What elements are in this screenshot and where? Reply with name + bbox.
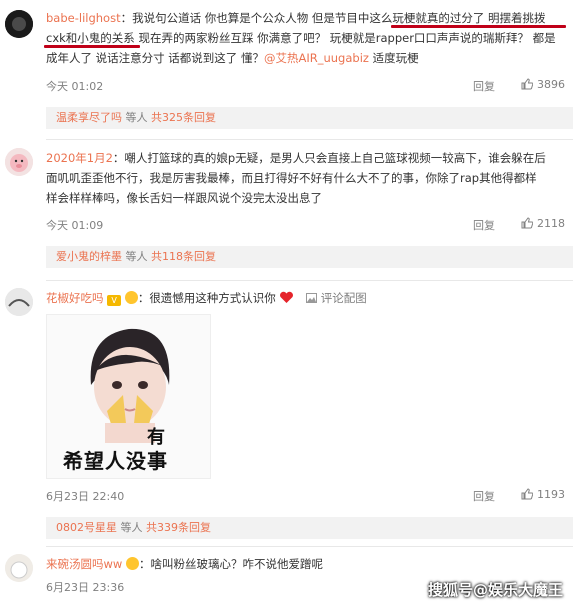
comment-body-line-3: 样会样样棒吗，像长舌妇一样跟风说个没完太没出息了 <box>46 191 322 205</box>
sub-reply-count[interactable]: 共325条回复 <box>151 111 216 124</box>
comment-time: 6月23日 23:36 <box>46 581 125 594</box>
comment-body-line-1: 嘲人打篮球的真的娘p无疑，是男人只会直接上自己篮球视频一较高下，谁会躲在后 <box>124 151 546 165</box>
mention-link[interactable]: @艾热AIR_uugabiz <box>264 51 369 65</box>
sub-replies-bar[interactable]: 0802号星星 等人 共339条回复 <box>46 517 573 539</box>
like-count: 2118 <box>537 217 565 230</box>
vip-badge: V <box>107 295 122 306</box>
divider <box>46 546 573 547</box>
avatar-image <box>5 148 33 176</box>
comment-text: 2020年1月2：嘲人打篮球的真的娘p无疑，是男人只会直接上自己篮球视频一较高下… <box>46 148 565 208</box>
red-underline <box>44 45 140 48</box>
avatar-image <box>5 288 33 316</box>
comment-username[interactable]: 来碗汤圆吗ww <box>46 557 122 571</box>
comment-body: 啥叫粉丝玻璃心？咋不说他爱蹭呢 <box>150 557 323 571</box>
red-underline <box>391 25 566 28</box>
comment-separator: ： <box>137 291 150 305</box>
comment-body-line-3: 成年人了 说话注意分寸 话都说到这了 懂？ <box>46 51 264 65</box>
comment-text: 花椒好吃吗 V ：很遗憾用这种方式认识你 评论配图 <box>46 288 565 308</box>
comment-1: babe-lilghost：我说句公道话 你也算是个公众人物 但是节目中这么玩梗… <box>0 0 573 129</box>
comment-3: 花椒好吃吗 V ：很遗憾用这种方式认识你 评论配图 有 希望人没事 6月23日 … <box>0 282 573 539</box>
fan-badge-icon <box>125 557 139 570</box>
comment-image-link[interactable]: 评论配图 <box>321 291 367 305</box>
image-icon-link[interactable]: 评论配图 <box>306 291 367 305</box>
comment-text: 来碗汤圆吗ww ：啥叫粉丝玻璃心？咋不说他爱蹭呢 <box>46 554 565 574</box>
sub-reply-count[interactable]: 共118条回复 <box>151 250 216 263</box>
comment-body-line-3-end: 适度玩梗 <box>368 51 419 65</box>
avatar-image <box>5 10 33 38</box>
comment-separator: ： <box>112 151 125 165</box>
comment-time: 6月23日 22:40 <box>46 490 125 503</box>
sub-replies-bar[interactable]: 温柔享尽了吗 等人 共325条回复 <box>46 107 573 129</box>
comment-username[interactable]: 花椒好吃吗 <box>46 291 104 305</box>
comment-meta: 6月23日 22:40 回复 1193 <box>46 488 565 506</box>
watermark: 搜狐号@娱乐大魔王 <box>427 581 563 599</box>
thumbs-up-icon <box>521 78 533 90</box>
reply-button[interactable]: 回复 <box>473 217 495 233</box>
comment-username[interactable]: 2020年1月2 <box>46 151 113 165</box>
sub-reply-user[interactable]: 温柔享尽了吗 <box>56 111 122 124</box>
like-button[interactable]: 2118 <box>521 217 565 230</box>
comment-time: 今天 01:02 <box>46 80 104 93</box>
sub-reply-user[interactable]: 0802号星星 <box>56 521 117 534</box>
fan-badge-icon <box>124 291 138 304</box>
thumbs-up-icon <box>521 217 533 229</box>
comment-body: 很遗憾用这种方式认识你 <box>149 291 276 305</box>
comment-2: 2020年1月2：嘲人打篮球的真的娘p无疑，是男人只会直接上自己篮球视频一较高下… <box>0 140 573 270</box>
sub-reply-user[interactable]: 爱小鬼的梓墨 <box>56 250 122 263</box>
comment-time: 今天 01:09 <box>46 219 104 232</box>
comment-image[interactable]: 有 希望人没事 <box>46 314 211 479</box>
sub-reply-text: 等人 <box>122 111 151 124</box>
avatar[interactable] <box>5 554 33 582</box>
avatar[interactable] <box>5 10 33 38</box>
heart-emoji-icon <box>280 291 294 303</box>
avatar[interactable] <box>5 288 33 316</box>
comment-body-line-2: cxk和小鬼的关系 现在弄的两家粉丝互踩 你满意了吧？ 玩梗就是rapper口口… <box>46 31 556 45</box>
comment-separator: ： <box>120 11 133 25</box>
like-count: 1193 <box>537 488 565 501</box>
comment-username[interactable]: babe-lilghost <box>46 11 121 25</box>
like-button[interactable]: 3896 <box>521 78 565 91</box>
reply-button[interactable]: 回复 <box>473 488 495 504</box>
sub-reply-count[interactable]: 共339条回复 <box>146 521 211 534</box>
divider <box>46 280 573 281</box>
comment-meta: 今天 01:09 回复 2118 <box>46 217 565 235</box>
comment-body-line-1: 我说句公道话 你也算是个公众人物 但是节目中这么玩梗就真的过分了 明摆着挑拨 <box>132 11 546 25</box>
sub-replies-bar[interactable]: 爱小鬼的梓墨 等人 共118条回复 <box>46 246 573 268</box>
like-count: 3896 <box>537 78 565 91</box>
reply-button[interactable]: 回复 <box>473 78 495 94</box>
sub-reply-text: 等人 <box>117 521 146 534</box>
image-icon <box>306 293 318 303</box>
comment-body-line-2: 面叽叽歪歪他不行，我是厉害我最棒，而且打得好不好有什么大不了的事，你除了rap其… <box>46 171 537 185</box>
thumbs-up-icon <box>521 488 533 500</box>
comment-meta: 今天 01:02 回复 3896 <box>46 78 565 96</box>
like-button[interactable]: 1193 <box>521 488 565 501</box>
avatar[interactable] <box>5 148 33 176</box>
comment-separator: ： <box>138 557 151 571</box>
meme-caption: 希望人没事 <box>63 449 168 473</box>
avatar-image <box>5 554 33 582</box>
comment-text: babe-lilghost：我说句公道话 你也算是个公众人物 但是节目中这么玩梗… <box>46 8 565 68</box>
sub-reply-text: 等人 <box>122 250 151 263</box>
